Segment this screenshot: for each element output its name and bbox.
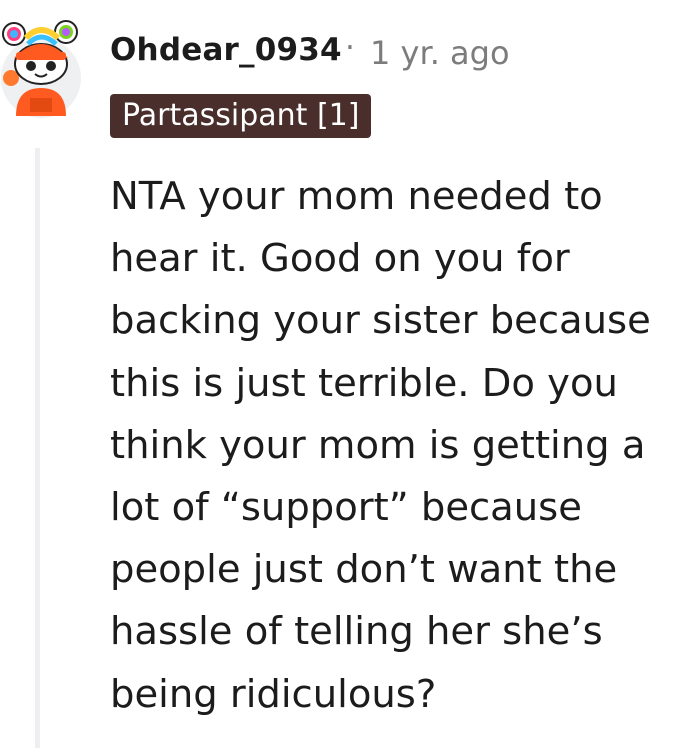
snoo-avatar-icon[interactable] (0, 8, 82, 120)
user-flair-badge: Partassipant [1] (110, 94, 372, 138)
meta-separator: · (345, 30, 355, 66)
comment-body: NTA your mom needed to hear it. Good on … (110, 174, 651, 717)
thread-line[interactable] (35, 148, 40, 748)
username-link[interactable]: Ohdear_0934 (110, 32, 342, 68)
timestamp[interactable]: 1 yr. ago (370, 34, 510, 72)
